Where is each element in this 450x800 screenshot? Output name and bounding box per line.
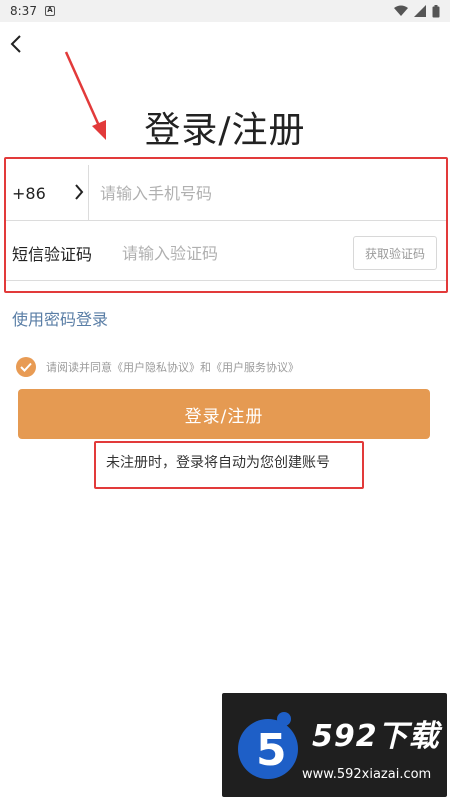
status-bar: 8:37 A xyxy=(0,0,450,22)
chevron-right-icon xyxy=(75,184,84,200)
signal-icon xyxy=(414,5,426,17)
watermark-url: www.592xiazai.com xyxy=(302,767,432,782)
back-arrow-icon xyxy=(10,35,21,53)
get-code-button[interactable]: 获取验证码 xyxy=(353,236,437,270)
notification-icon: A xyxy=(44,6,55,16)
sms-row: 短信验证码 获取验证码 xyxy=(6,225,446,281)
agreement-row: 请阅读并同意《用户隐私协议》和《用户服务协议》 xyxy=(16,356,299,378)
agreement-text[interactable]: 请阅读并同意《用户隐私协议》和《用户服务协议》 xyxy=(46,359,299,375)
watermark-brand: 592下载 xyxy=(312,719,440,754)
status-time: 8:37 xyxy=(10,4,37,18)
wifi-icon xyxy=(394,5,408,16)
phone-number-input[interactable] xyxy=(100,177,430,209)
watermark-logo-icon: 5 xyxy=(238,712,298,779)
status-icons xyxy=(394,4,440,18)
password-login-link[interactable]: 使用密码登录 xyxy=(12,306,108,330)
phone-row: +86 xyxy=(6,165,446,221)
svg-text:5: 5 xyxy=(256,725,287,776)
battery-icon xyxy=(432,4,440,17)
country-code-label: +86 xyxy=(12,183,46,203)
page-title: 登录/注册 xyxy=(144,110,306,151)
check-icon xyxy=(20,362,32,372)
back-button[interactable] xyxy=(4,32,28,56)
login-register-button[interactable]: 登录/注册 xyxy=(18,389,430,439)
country-code-selector[interactable]: +86 xyxy=(12,165,84,221)
divider xyxy=(88,165,89,221)
sms-code-input[interactable] xyxy=(122,237,342,269)
login-form-annotation-box: +86 短信验证码 获取验证码 xyxy=(4,157,448,293)
auto-register-hint: 未注册时，登录将自动为您创建账号 xyxy=(106,455,330,471)
hint-annotation-box: 未注册时，登录将自动为您创建账号 xyxy=(94,441,364,489)
agreement-checkbox[interactable] xyxy=(16,357,36,377)
site-watermark: 5 592下载 www.592xiazai.com xyxy=(222,693,447,797)
sms-code-label: 短信验证码 xyxy=(12,245,93,264)
